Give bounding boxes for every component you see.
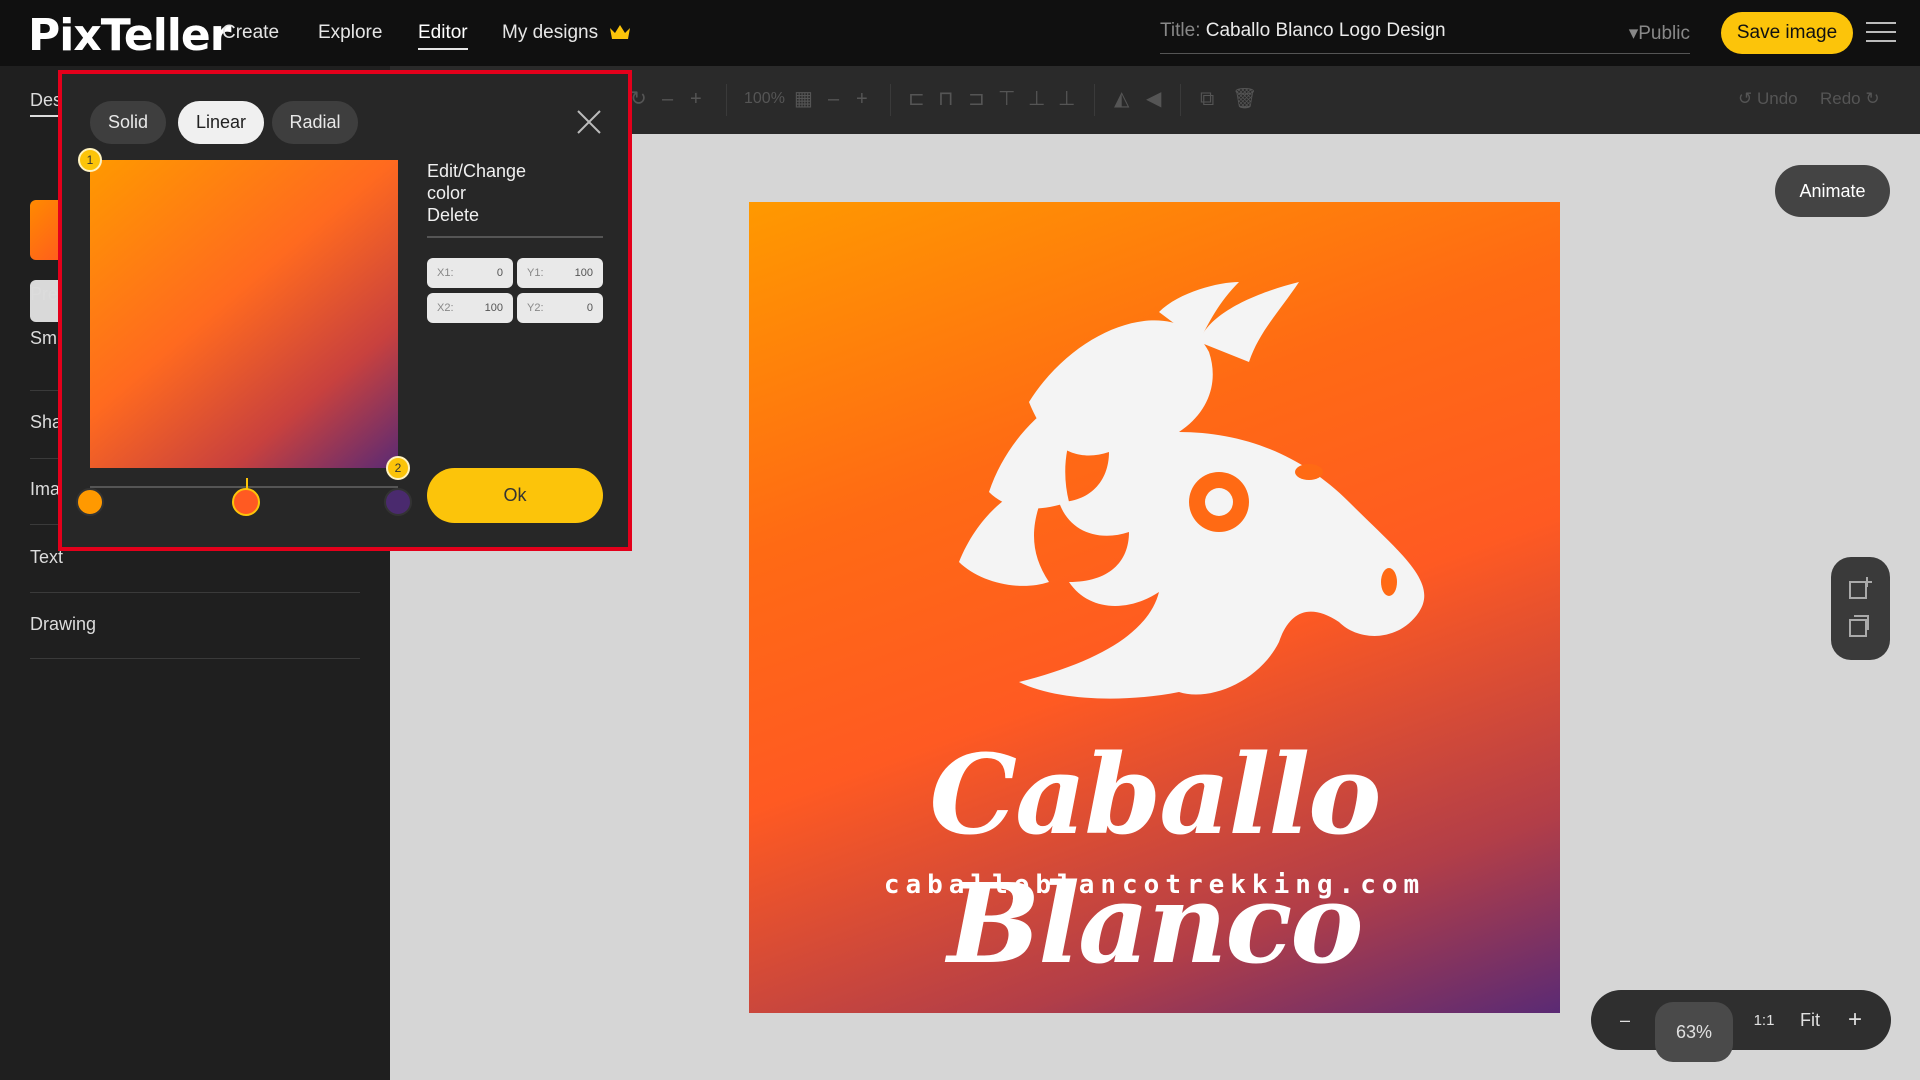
edit-change-link[interactable]: Edit/Change	[427, 160, 526, 182]
redo-button[interactable]: Redo ↻	[1820, 88, 1880, 110]
color-stop-start[interactable]	[76, 488, 104, 516]
nav-my-designs-label: My designs	[502, 22, 599, 43]
plus-icon[interactable]: +	[856, 88, 868, 110]
stop-actions: Edit/Change color Delete	[427, 160, 526, 226]
edit-change-link-color[interactable]: color	[427, 182, 526, 204]
trash-icon[interactable]: 🗑	[1232, 88, 1257, 110]
title-label: Title:	[1160, 20, 1201, 41]
tab-linear[interactable]: Linear	[178, 101, 264, 144]
divider	[427, 236, 603, 238]
align-left-icon[interactable]: ⊏	[908, 88, 925, 110]
tab-radial[interactable]: Radial	[272, 101, 358, 144]
align-center-icon[interactable]: ⊓	[938, 88, 954, 110]
transparency-icon[interactable]: ▦	[794, 88, 813, 110]
flip-horizontal-icon[interactable]: ◭	[1114, 88, 1129, 110]
y2-field[interactable]: Y2: 0	[517, 293, 603, 323]
nav-create[interactable]: Create	[222, 22, 279, 44]
zoom-actual-size-button[interactable]: 1:1	[1749, 990, 1779, 1050]
visibility-dropdown[interactable]: ▾Public	[1629, 22, 1690, 45]
zoom-in-button[interactable]: +	[1843, 990, 1867, 1050]
design-artboard[interactable]: Caballo Blanco caballoblancotrekking.com	[749, 202, 1560, 1013]
zoom-bar: – 63% 1:1 Fit +	[1591, 990, 1891, 1062]
color-stop-middle[interactable]	[232, 488, 260, 516]
crown-icon	[609, 24, 631, 46]
gradient-point-2[interactable]: 2	[386, 456, 410, 480]
minus-icon[interactable]: –	[662, 88, 673, 110]
horse-head-logo[interactable]	[879, 282, 1439, 732]
align-bottom-icon[interactable]: ⊥	[1058, 88, 1075, 110]
align-right-icon[interactable]: ⊐	[968, 88, 985, 110]
y1-value: 100	[574, 267, 593, 279]
app-logo[interactable]: PixTeller	[28, 10, 231, 61]
zoom-fit-button[interactable]: Fit	[1795, 990, 1825, 1050]
x2-value: 100	[484, 302, 503, 314]
add-layer-icon[interactable]	[1847, 575, 1875, 601]
x2-label: X2:	[437, 302, 454, 314]
gradient-editor-popup: Solid Linear Radial 1 2 Edit/Change colo…	[58, 70, 632, 551]
top-navigation-bar: PixTeller Create Explore Editor My desig…	[0, 0, 1920, 66]
minus-icon[interactable]: –	[828, 88, 839, 110]
color-stop-end[interactable]	[384, 488, 412, 516]
x1-value: 0	[496, 267, 503, 279]
flip-vertical-icon[interactable]: ◀	[1146, 88, 1161, 110]
section-small[interactable]: Sm	[30, 328, 57, 349]
title-value[interactable]: Caballo Blanco Logo Design	[1206, 20, 1446, 41]
undo-button[interactable]: ↺ Undo	[1738, 88, 1798, 110]
tab-solid[interactable]: Solid	[90, 101, 166, 144]
nav-editor[interactable]: Editor	[418, 22, 468, 50]
gradient-preview[interactable]	[90, 160, 398, 468]
hamburger-menu-icon[interactable]	[1866, 22, 1896, 44]
plus-icon[interactable]: +	[690, 88, 702, 110]
x2-field[interactable]: X2: 100	[427, 293, 513, 323]
visibility-label: Public	[1638, 23, 1690, 44]
section-drawing[interactable]: Drawing	[30, 614, 96, 635]
delete-stop-link[interactable]: Delete	[427, 204, 526, 226]
rotate-icon[interactable]: ↻	[630, 88, 647, 110]
save-image-button[interactable]: Save image	[1721, 12, 1853, 54]
zoom-out-button[interactable]: –	[1615, 990, 1635, 1050]
undo-icon: ↺	[1738, 89, 1757, 108]
layer-tools	[1831, 557, 1890, 660]
section-images[interactable]: Ima	[30, 479, 60, 500]
align-middle-icon[interactable]: ⊥	[1028, 88, 1045, 110]
x1-field[interactable]: X1: 0	[427, 258, 513, 288]
zoom-level[interactable]: 63%	[1655, 1002, 1733, 1062]
nav-explore[interactable]: Explore	[318, 22, 382, 44]
brand-url-text[interactable]: caballoblancotrekking.com	[749, 870, 1560, 900]
animate-button[interactable]: Animate	[1775, 165, 1890, 217]
duplicate-icon[interactable]: ⧉	[1200, 88, 1214, 110]
y2-value: 0	[586, 302, 593, 314]
align-top-icon[interactable]: ⊤	[998, 88, 1015, 110]
close-icon[interactable]	[575, 108, 603, 136]
y2-label: Y2:	[527, 302, 544, 314]
brand-name-text[interactable]: Caballo Blanco	[749, 730, 1560, 988]
ok-button[interactable]: Ok	[427, 468, 603, 523]
section-presets[interactable]: Pre	[30, 284, 58, 305]
y1-field[interactable]: Y1: 100	[517, 258, 603, 288]
x1-label: X1:	[437, 267, 454, 279]
nav-my-designs[interactable]: My designs	[502, 22, 631, 46]
title-field[interactable]: Title: Caballo Blanco Logo Design ▾Publi…	[1160, 20, 1690, 54]
gradient-point-1[interactable]: 1	[78, 148, 102, 172]
duplicate-layer-icon[interactable]	[1847, 613, 1875, 639]
opacity-value[interactable]: 100%	[744, 88, 785, 110]
y1-label: Y1:	[527, 267, 544, 279]
redo-icon: ↻	[1860, 89, 1880, 108]
redo-label: Redo	[1820, 89, 1861, 108]
undo-label: Undo	[1756, 89, 1798, 108]
caret-down-icon: ▾	[1628, 23, 1639, 44]
